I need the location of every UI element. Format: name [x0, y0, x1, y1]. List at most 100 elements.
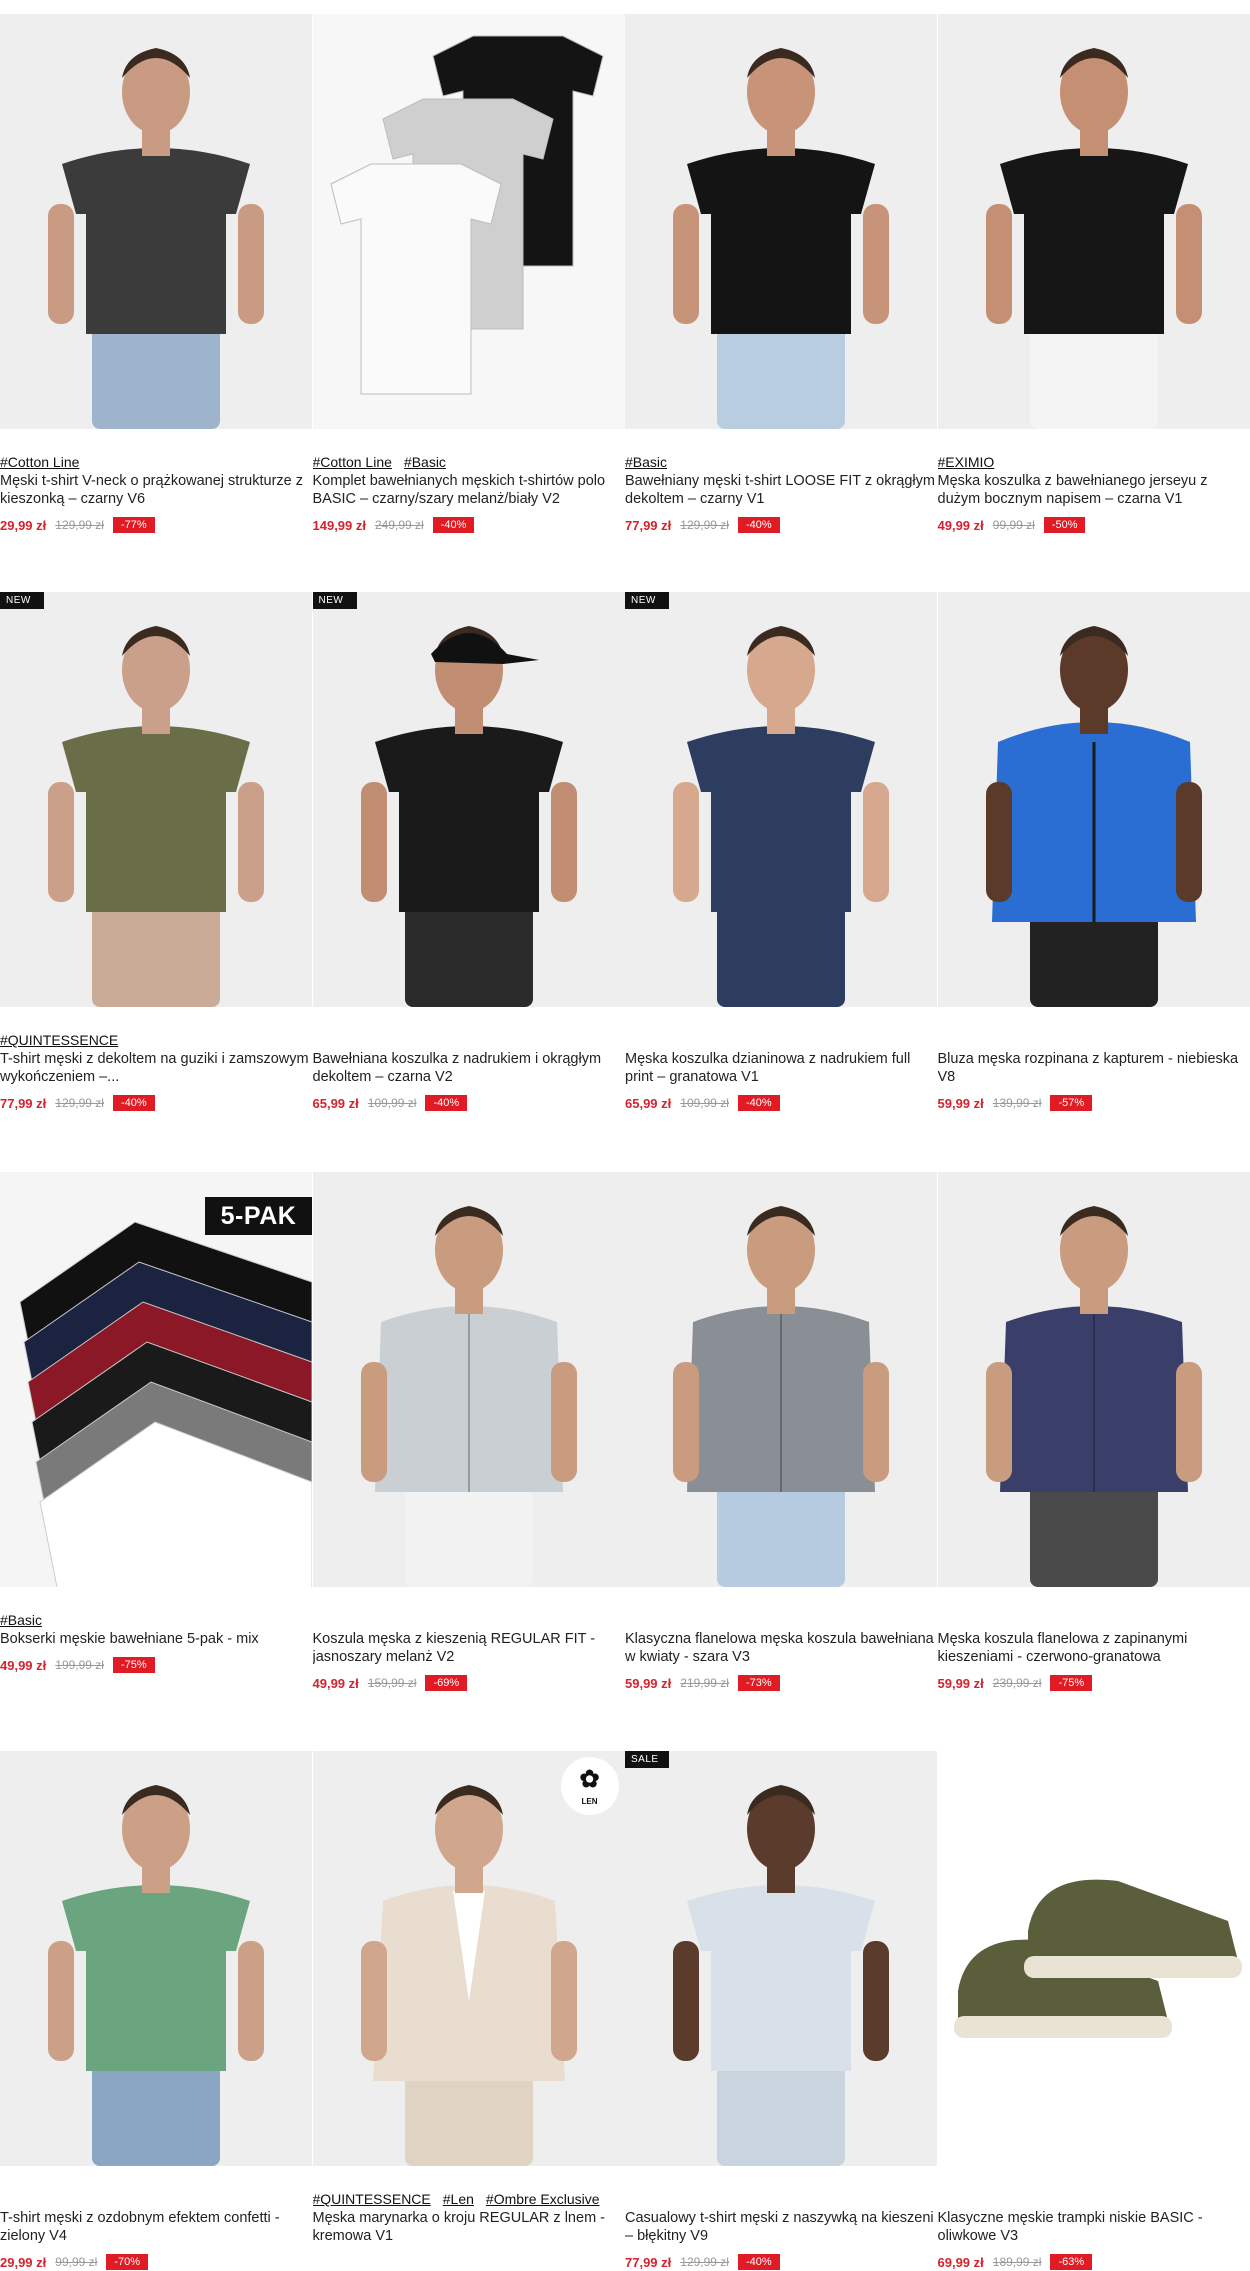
collection-tag-link[interactable]: #EXIMIO: [938, 454, 995, 470]
left-arm: [361, 1362, 387, 1482]
original-price: 129,99 zł: [680, 2255, 729, 2269]
right-arm: [238, 204, 264, 324]
right-arm: [1176, 1362, 1202, 1482]
collection-tag-link[interactable]: #QUINTESSENCE: [0, 1032, 118, 1048]
product-name[interactable]: T-shirt męski z ozdobnym efektem confett…: [0, 2209, 312, 2245]
left-arm: [48, 1941, 74, 2061]
product-name[interactable]: Męska koszulka dzianinowa z nadrukiem fu…: [625, 1050, 937, 1086]
sale-price: 77,99 zł: [625, 518, 671, 533]
product-photo: [625, 1172, 937, 1587]
product-image[interactable]: [938, 1172, 1250, 1587]
collection-tag-link[interactable]: #QUINTESSENCE: [313, 2191, 431, 2207]
product-name[interactable]: Męska koszulka z bawełnianego jerseyu z …: [938, 472, 1250, 508]
sale-price: 49,99 zł: [938, 518, 984, 533]
product-card[interactable]: Męska koszula flanelowa z zapinanymi kie…: [938, 1172, 1250, 1692]
sale-price: 65,99 zł: [625, 1096, 671, 1111]
collection-tag-link[interactable]: #Cotton Line: [313, 454, 392, 470]
product-name[interactable]: Męska marynarka o kroju REGULAR z lnem -…: [313, 2209, 625, 2245]
product-row: #Cotton LineMęski t-shirt V-neck o prążk…: [0, 14, 1250, 534]
linen-badge: ✿LEN: [561, 1757, 619, 1815]
tshirt: [1000, 148, 1188, 334]
collection-tag-link[interactable]: #Basic: [0, 1612, 42, 1628]
product-name[interactable]: Bawełniany męski t-shirt LOOSE FIT z okr…: [625, 472, 937, 508]
product-image[interactable]: NEW: [625, 592, 937, 1007]
sale-price: 29,99 zł: [0, 518, 46, 533]
product-tags: #Basic: [0, 1612, 312, 1630]
product-info: #QUINTESSENCE T-shirt męski z dekoltem na…: [0, 1032, 312, 1112]
product-image[interactable]: [938, 1751, 1250, 2166]
product-card[interactable]: 5-PAK #Basic Bokserki męskie bawełniane 5-…: [0, 1172, 313, 1692]
flower-icon: ✿: [561, 1763, 619, 1797]
product-image[interactable]: [0, 14, 312, 429]
product-info: Klasyczne męskie trampki niskie BASIC - …: [938, 2191, 1250, 2271]
product-image[interactable]: [938, 592, 1250, 1007]
collection-tag-link[interactable]: #Basic: [625, 454, 667, 470]
left-arm: [673, 1941, 699, 2061]
product-card[interactable]: Bluza męska rozpinana z kapturem - niebi…: [938, 592, 1250, 1112]
product-card[interactable]: #Basic Bawełniany męski t-shirt LOOSE FIT…: [625, 14, 938, 534]
product-card[interactable]: ✿LEN #QUINTESSENCE #Len #Ombre Exclusive Męs…: [313, 1751, 626, 2271]
product-image[interactable]: [625, 14, 937, 429]
product-card[interactable]: Koszula męska z kieszenią REGULAR FIT - …: [313, 1172, 626, 1692]
original-price: 129,99 zł: [680, 518, 729, 532]
product-name[interactable]: Koszula męska z kieszenią REGULAR FIT - …: [313, 1630, 625, 1666]
product-card[interactable]: #EXIMIO Męska koszulka z bawełnianego jer…: [938, 14, 1250, 534]
tshirt: [687, 148, 875, 334]
product-name[interactable]: Klasyczne męskie trampki niskie BASIC - …: [938, 2209, 1250, 2245]
right-arm: [1176, 204, 1202, 324]
product-tags: #Basic: [625, 454, 937, 472]
product-image[interactable]: [0, 1751, 312, 2166]
product-name[interactable]: Komplet bawełnianych męskich t-shirtów p…: [313, 472, 625, 508]
product-name[interactable]: Klasyczna flanelowa męska koszula bawełn…: [625, 1630, 937, 1666]
right-arm: [863, 204, 889, 324]
tshirt: [62, 1885, 250, 2071]
product-image[interactable]: SALE: [625, 1751, 937, 2166]
product-name[interactable]: Męski t-shirt V-neck o prążkowanej struk…: [0, 472, 312, 508]
sale-price: 59,99 zł: [938, 1676, 984, 1691]
product-info: T-shirt męski z ozdobnym efektem confett…: [0, 2191, 312, 2271]
left-arm: [361, 782, 387, 902]
left-arm: [673, 782, 699, 902]
collection-tag-link[interactable]: #Len: [443, 2191, 474, 2207]
discount-badge: -50%: [1044, 517, 1086, 533]
discount-badge: -69%: [425, 1675, 467, 1691]
product-card[interactable]: Klasyczne męskie trampki niskie BASIC - …: [938, 1751, 1250, 2271]
product-card[interactable]: NEW #QUINTESSENCE T-shirt męski z dekoltem…: [0, 592, 313, 1112]
product-name[interactable]: Bokserki męskie bawełniane 5-pak - mix: [0, 1630, 312, 1648]
discount-badge: -73%: [738, 1675, 780, 1691]
left-arm: [673, 1362, 699, 1482]
product-image[interactable]: NEW: [313, 592, 625, 1007]
product-card[interactable]: SALE Casualowy t-shirt męski z naszywką n…: [625, 1751, 938, 2271]
product-card[interactable]: #Cotton Line #Basic Komplet bawełnianych m…: [313, 14, 626, 534]
product-photo: [938, 1751, 1250, 2166]
product-image[interactable]: NEW: [0, 592, 312, 1007]
product-name[interactable]: Bawełniana koszulka z nadrukiem i okrągł…: [313, 1050, 625, 1086]
product-card[interactable]: #Cotton Line Męski t-shirt V-neck o prążk…: [0, 14, 313, 534]
product-tags: [0, 2191, 312, 2209]
price-row: 29,99 zł129,99 zł-77%: [0, 516, 312, 534]
collection-tag-link[interactable]: #Cotton Line: [0, 454, 79, 470]
collection-tag-link[interactable]: #Ombre Exclusive: [486, 2191, 600, 2207]
product-image[interactable]: [313, 14, 625, 429]
product-image[interactable]: 5-PAK: [0, 1172, 312, 1587]
product-image[interactable]: [313, 1172, 625, 1587]
product-name[interactable]: Bluza męska rozpinana z kapturem - niebi…: [938, 1050, 1250, 1086]
product-image[interactable]: ✿LEN: [313, 1751, 625, 2166]
price-row: 29,99 zł99,99 zł-70%: [0, 2253, 312, 2271]
product-name[interactable]: Męska koszula flanelowa z zapinanymi kie…: [938, 1630, 1250, 1666]
collection-tag-link[interactable]: #Basic: [404, 454, 446, 470]
price-row: 77,99 zł129,99 zł-40%: [625, 516, 937, 534]
product-card[interactable]: NEW Bawełniana koszulka z nadrukiem i okr…: [313, 592, 626, 1112]
product-card[interactable]: NEW Męska koszulka dzianinowa z nadrukiem…: [625, 592, 938, 1112]
sale-price: 149,99 zł: [313, 518, 367, 533]
product-card[interactable]: Klasyczna flanelowa męska koszula bawełn…: [625, 1172, 938, 1692]
product-name[interactable]: Casualowy t-shirt męski z naszywką na ki…: [625, 2209, 937, 2245]
price-row: 49,99 zł159,99 zł-69%: [313, 1674, 625, 1692]
product-name[interactable]: T-shirt męski z dekoltem na guziki i zam…: [0, 1050, 312, 1086]
original-price: 239,99 zł: [993, 1676, 1042, 1690]
original-price: 249,99 zł: [375, 518, 424, 532]
original-price: 199,99 zł: [55, 1658, 104, 1672]
product-card[interactable]: T-shirt męski z ozdobnym efektem confett…: [0, 1751, 313, 2271]
product-image[interactable]: [625, 1172, 937, 1587]
product-image[interactable]: [938, 14, 1250, 429]
